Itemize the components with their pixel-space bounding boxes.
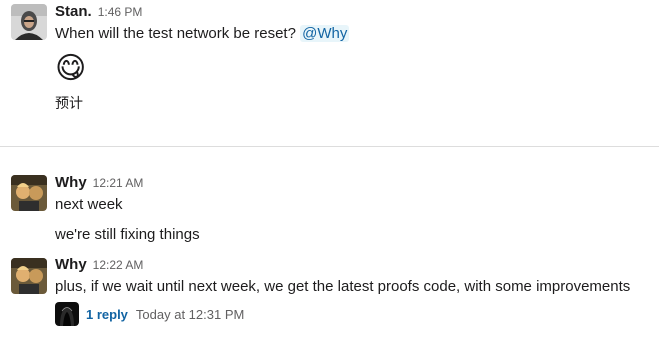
avatar-why-icon[interactable] xyxy=(11,258,47,294)
message-divider xyxy=(0,146,659,147)
avatar-stan-icon[interactable] xyxy=(11,4,47,40)
message-line: 预计 xyxy=(55,95,83,111)
author-name[interactable]: Why xyxy=(55,174,87,191)
message-text: next week xyxy=(55,195,123,215)
message-text: 预计 xyxy=(55,93,83,113)
emoji-message: 😋 xyxy=(55,52,86,86)
avatar-why-icon[interactable] xyxy=(11,175,47,211)
user-mention[interactable]: @Why xyxy=(300,25,350,42)
message-line: we're still fixing things xyxy=(55,226,200,243)
reply-count-link[interactable]: 1 reply xyxy=(86,307,128,322)
hooded-figure-icon xyxy=(55,302,79,326)
message-text: When will the test network be reset? @Wh… xyxy=(55,24,350,44)
message-line: plus, if we wait until next week, we get… xyxy=(55,278,631,295)
message-header: Why 12:22 AM xyxy=(55,256,143,274)
message-line: next week xyxy=(55,196,123,213)
thread-summary[interactable]: 1 reply Today at 12:31 PM xyxy=(55,302,244,326)
author-name[interactable]: Why xyxy=(55,256,87,273)
message-timestamp[interactable]: 1:46 PM xyxy=(98,5,143,19)
message-line: When will the test network be reset? xyxy=(55,25,296,42)
author-name[interactable]: Stan. xyxy=(55,3,92,20)
message-header: Stan. 1:46 PM xyxy=(55,3,142,21)
last-reply-time: Today at 12:31 PM xyxy=(135,306,245,322)
message-timestamp[interactable]: 12:22 AM xyxy=(93,258,144,272)
message-timestamp[interactable]: 12:21 AM xyxy=(93,176,144,190)
message-text: we're still fixing things xyxy=(55,225,200,245)
message-header: Why 12:21 AM xyxy=(55,174,143,192)
message-text: plus, if we wait until next week, we get… xyxy=(55,277,630,297)
yum-emoji-icon: 😋 xyxy=(55,52,87,85)
